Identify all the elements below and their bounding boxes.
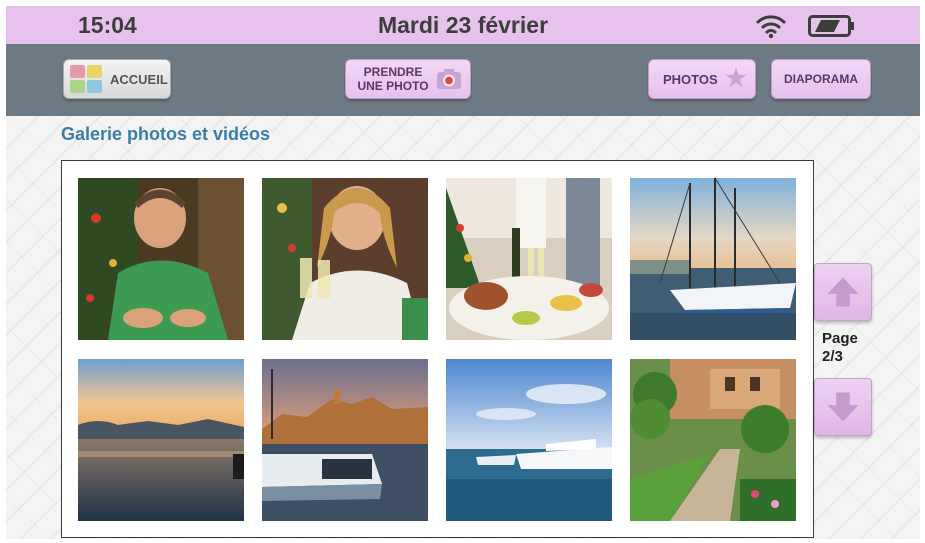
photo-thumbnail-4[interactable] [630,178,796,340]
page-indicator: Page 2/3 [822,330,858,366]
star-icon: ★ [725,65,747,92]
photo-thumbnail-1[interactable] [78,178,244,340]
page-indicator-label: Page [822,330,858,347]
battery-icon [808,15,854,37]
photos-button[interactable]: PHOTOS ★ [648,59,756,99]
photo-thumbnail-2[interactable] [262,178,428,340]
photo-thumbnail-6[interactable] [262,359,428,521]
app-screen: 15:04 Mardi 23 février ACCUEIL PRENDRE U… [6,6,920,539]
page-indicator-value: 2/3 [822,348,843,365]
home-button[interactable]: ACCUEIL [63,59,171,99]
take-photo-label: PRENDRE UNE PHOTO [354,65,432,93]
page-down-button[interactable] [814,378,872,436]
photo-thumbnail-8[interactable] [630,359,796,521]
photo-thumbnail-7[interactable] [446,359,612,521]
holiday-dinner-photo [446,178,612,340]
photo-gallery [61,160,814,538]
arrow-down-icon [827,392,859,422]
arrow-up-icon [827,277,859,307]
marina-blue-sky-photo [446,359,612,521]
gallery-title: Galerie photos et vidéos [61,124,271,144]
garden-palace-photo [630,359,796,521]
yachts-old-town-photo [262,359,428,521]
photo-thumbnail-5[interactable] [78,359,244,521]
wifi-icon [756,15,786,39]
take-photo-label-line1: PRENDRE [363,65,423,79]
camera-icon [437,69,461,89]
slideshow-button[interactable]: DIAPORAMA [771,59,871,99]
home-button-label: ACCUEIL [110,71,168,87]
page-up-button[interactable] [814,263,872,321]
take-photo-button[interactable]: PRENDRE UNE PHOTO [345,59,471,99]
toolbar: ACCUEIL PRENDRE UNE PHOTO PHOTOS ★ DIAPO… [6,44,920,116]
photo-thumbnail-3[interactable] [446,178,612,340]
man-green-sweater-photo [78,178,244,340]
sailboat-harbor-photo [630,178,796,340]
status-bar: 15:04 Mardi 23 février [6,6,920,44]
take-photo-label-line2: UNE PHOTO [357,79,429,93]
home-icon [70,65,102,93]
photos-button-label: PHOTOS [663,71,718,87]
slideshow-button-label: DIAPORAMA [784,72,858,86]
champagne-toast-photo [262,178,428,340]
harbor-sunset-photo [78,359,244,521]
